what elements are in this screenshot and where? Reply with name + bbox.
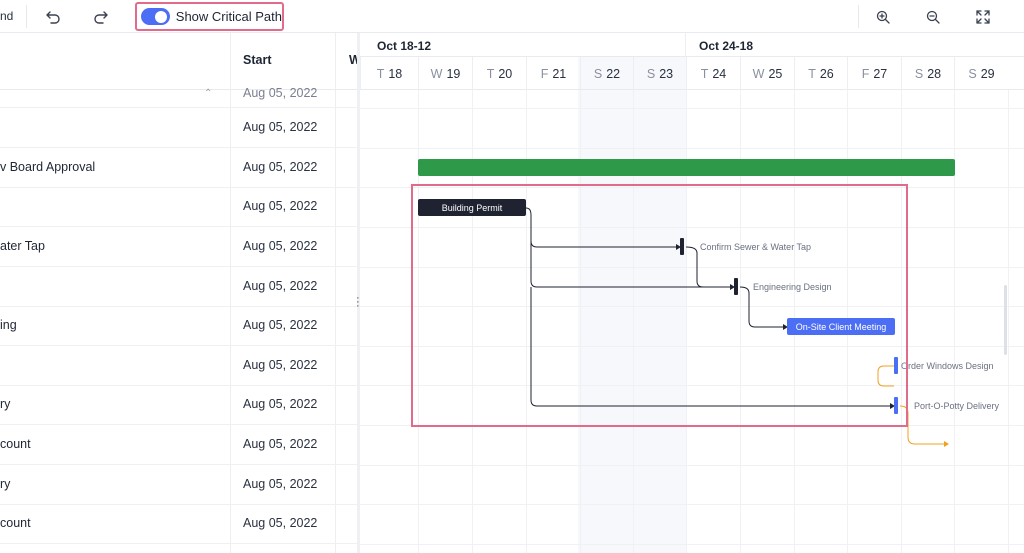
table-row[interactable]: count Aug 05, 2022	[0, 425, 357, 465]
task-grid: Start W Aug 05, 2022 ⌃ Aug 05, 2022 v Bo…	[0, 33, 357, 553]
start-date: Aug 05, 2022	[243, 477, 318, 491]
task-name: count	[0, 516, 31, 530]
critical-path-toggle[interactable]	[141, 8, 170, 25]
link-arrow	[944, 441, 949, 447]
table-row[interactable]: ing Aug 05, 2022	[0, 306, 357, 346]
start-date: Aug 05, 2022	[243, 199, 318, 213]
column-header-start[interactable]: Start	[243, 53, 271, 67]
row-expand-icon[interactable]: ⌃	[204, 88, 212, 99]
table-row[interactable]: ry Aug 05, 2022	[0, 385, 357, 425]
start-date: Aug 05, 2022	[243, 358, 318, 372]
start-date: Aug 05, 2022	[243, 279, 318, 293]
task-label: Order Windows Design	[901, 361, 994, 371]
zoom-out-icon[interactable]	[918, 5, 948, 28]
table-row[interactable]: count Aug 05, 2022	[0, 504, 357, 544]
column-header-cut[interactable]: W	[349, 53, 357, 67]
task-name: v Board Approval	[0, 160, 96, 174]
undo-icon[interactable]	[38, 5, 68, 28]
start-date: Aug 05, 2022	[243, 160, 318, 174]
fullscreen-icon[interactable]	[968, 5, 998, 28]
table-row[interactable]: v Board Approval Aug 05, 2022	[0, 148, 357, 188]
start-date: Aug 05, 2022	[243, 397, 318, 411]
table-row[interactable]: Aug 05, 2022	[0, 346, 357, 386]
toolbar: nd Show Critical Path	[0, 0, 1024, 33]
task-name: ry	[0, 397, 11, 411]
task-name: ing	[0, 318, 17, 332]
table-row[interactable]: Aug 05, 2022 ⌃	[0, 86, 357, 108]
task-name: count	[0, 437, 31, 451]
start-date: Aug 05, 2022	[243, 239, 318, 253]
zoom-in-icon[interactable]	[868, 5, 898, 28]
critical-path-control: Show Critical Path	[135, 2, 284, 31]
start-date: Aug 05, 2022	[243, 86, 318, 100]
toggle-knob	[154, 10, 167, 23]
gantt-timeline: Oct 18-12 Oct 24-18 T 18 W 19 T 20 F 21 S 22 …	[360, 33, 1024, 553]
toolbar-cut-label: nd	[0, 9, 14, 23]
table-row[interactable]: Aug 05, 2022	[0, 267, 357, 307]
table-row[interactable]: Aug 05, 2022	[0, 108, 357, 148]
start-date: Aug 05, 2022	[243, 318, 318, 332]
table-row[interactable]: ry Aug 05, 2022	[0, 465, 357, 505]
toolbar-divider	[858, 5, 859, 28]
critical-path-highlight	[411, 184, 908, 427]
task-name: ry	[0, 477, 11, 491]
critical-path-label: Show Critical Path	[175, 9, 282, 24]
table-row[interactable]: ater Tap Aug 05, 2022	[0, 227, 357, 267]
toolbar-divider	[26, 5, 27, 28]
summary-bar[interactable]	[418, 159, 955, 176]
start-date: Aug 05, 2022	[243, 516, 318, 530]
vertical-scrollbar[interactable]	[1004, 285, 1007, 355]
table-row[interactable]: Aug 05, 2022	[0, 187, 357, 227]
start-date: Aug 05, 2022	[243, 437, 318, 451]
redo-icon[interactable]	[86, 5, 116, 28]
task-label: Port-O-Potty Delivery	[914, 401, 1000, 411]
task-name: ater Tap	[0, 239, 45, 253]
grid-header: Start W	[0, 33, 357, 90]
start-date: Aug 05, 2022	[243, 120, 318, 134]
